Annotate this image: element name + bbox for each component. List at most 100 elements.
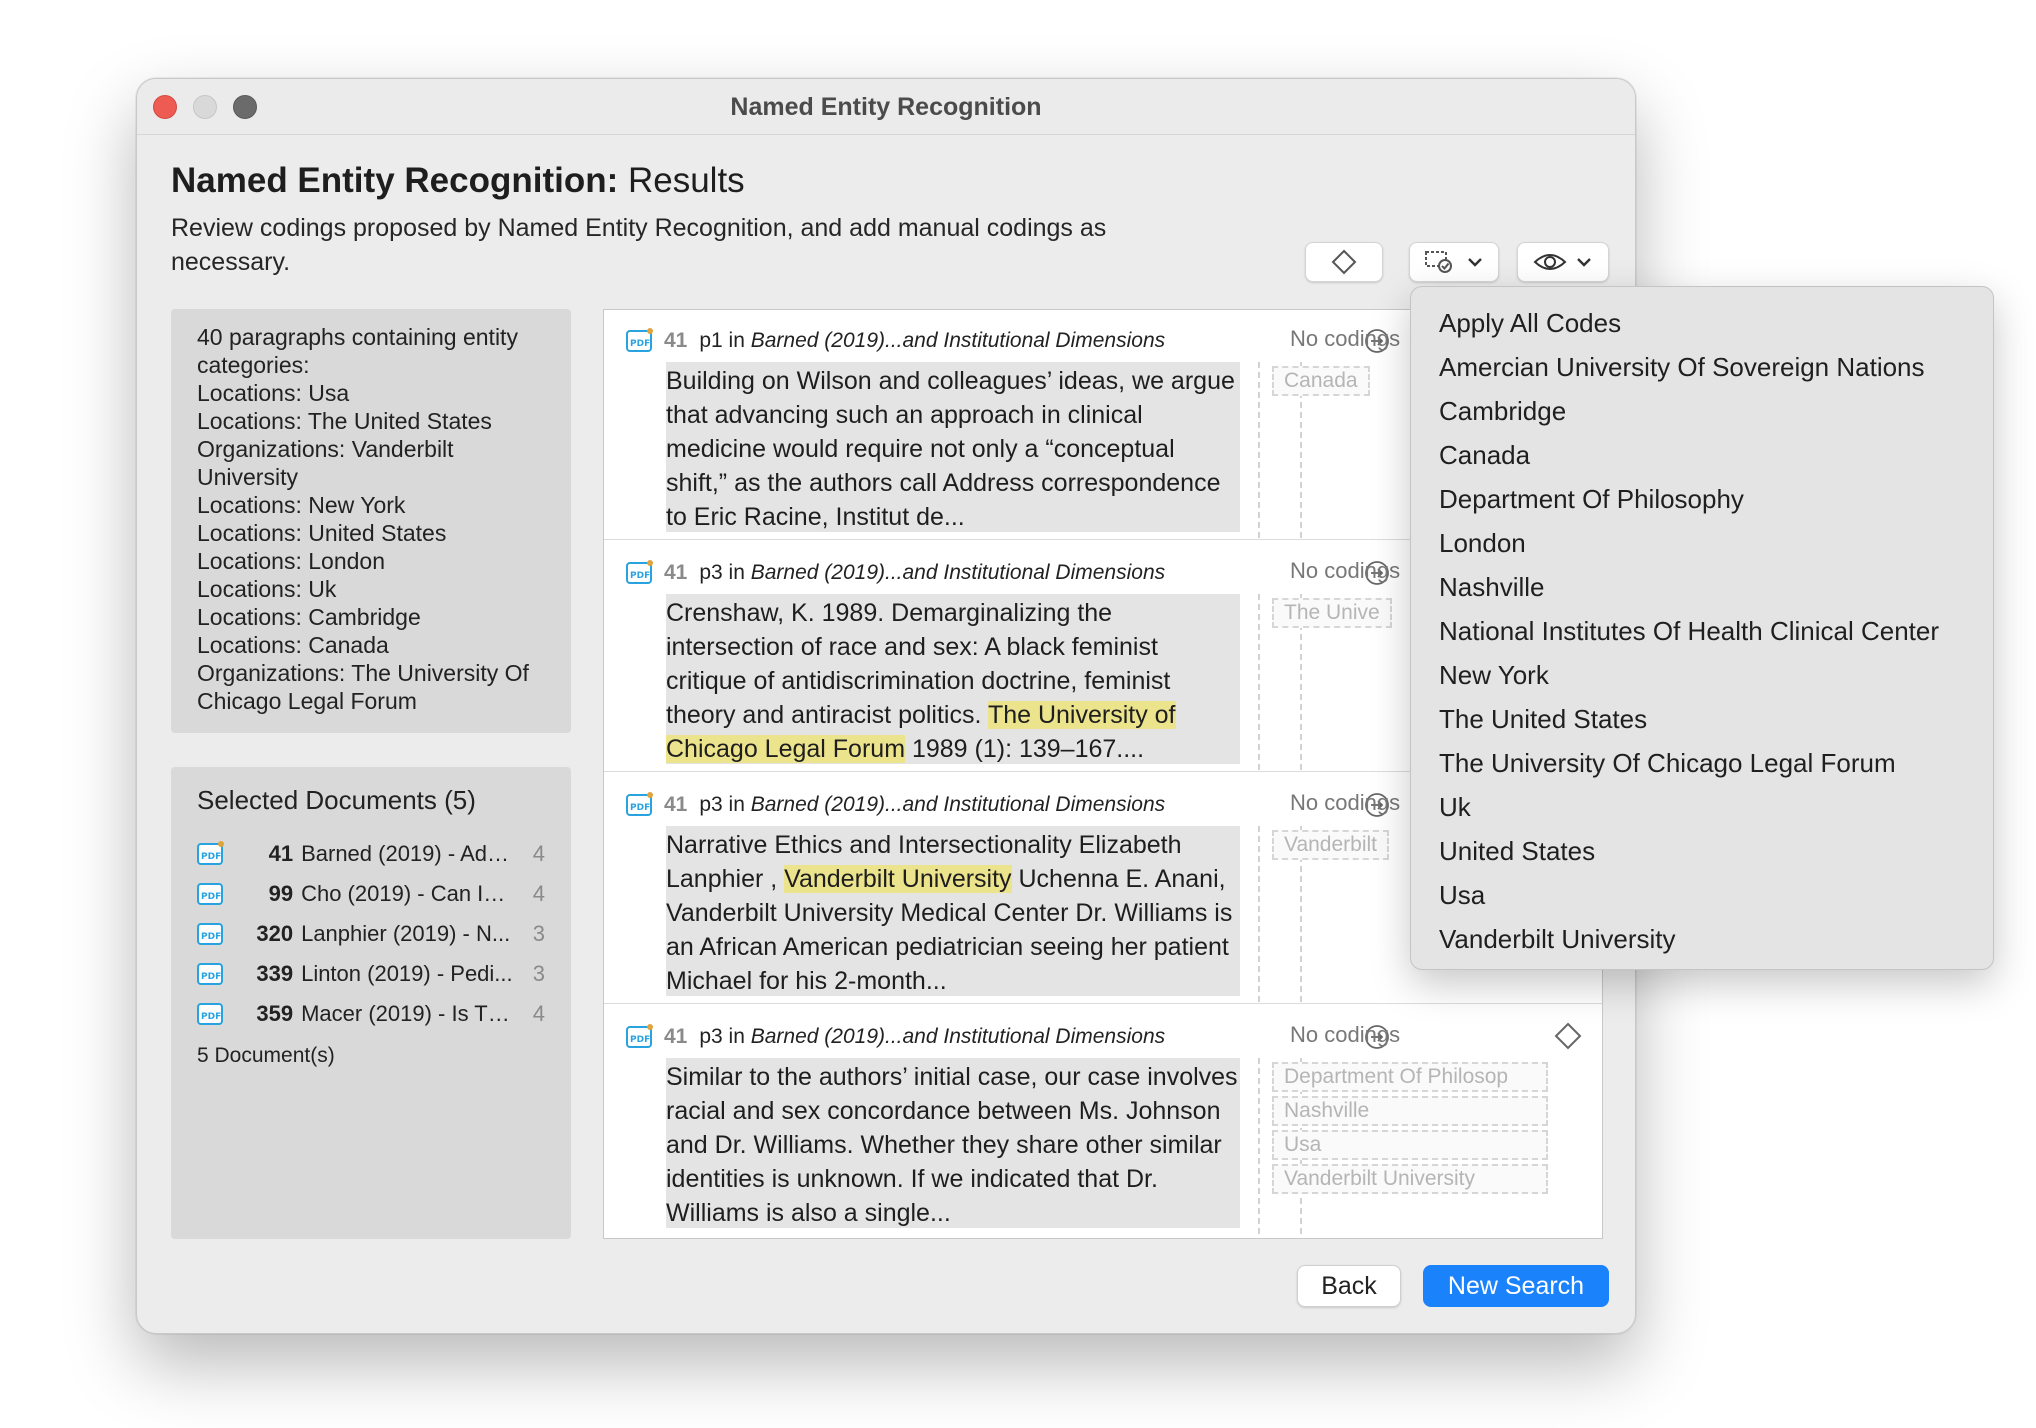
- pdf-document-icon: PDF: [197, 1003, 223, 1025]
- menu-item-code[interactable]: Amercian University Of Sovereign Nations: [1411, 345, 1993, 389]
- suggested-codes: Department Of Philosop Nashville Usa Van…: [1272, 1062, 1548, 1198]
- document-number: 99: [268, 881, 294, 906]
- document-title: Barned (2019) - Add...: [301, 841, 518, 866]
- back-button[interactable]: Back: [1297, 1265, 1401, 1307]
- document-count: 4: [532, 841, 545, 866]
- document-title: Cho (2019) - Can Int...: [301, 881, 518, 906]
- suggested-code-tag[interactable]: Canada: [1272, 366, 1370, 396]
- svg-text:PDF: PDF: [201, 932, 221, 942]
- suggested-code-tag[interactable]: Vanderbilt University: [1272, 1164, 1548, 1194]
- menu-item-code[interactable]: London: [1411, 521, 1993, 565]
- document-number: 320: [256, 921, 294, 946]
- paragraph-doc-number: 41: [664, 793, 688, 816]
- menu-item-code[interactable]: Uk: [1411, 785, 1993, 829]
- chevron-down-icon: [1468, 258, 1482, 267]
- svg-text:PDF: PDF: [201, 852, 221, 862]
- summary-line: Locations: Cambridge: [197, 604, 421, 630]
- selected-documents-panel: Selected Documents (5) PDF 41 Barned (20…: [171, 767, 571, 1239]
- paragraph-header: PDF 41 p3 in Barned (2019)...and Institu…: [626, 558, 1165, 588]
- menu-item-code[interactable]: Vanderbilt University: [1411, 917, 1993, 961]
- document-row[interactable]: PDF 41 Barned (2019) - Add... 4: [197, 834, 545, 874]
- paragraph-text[interactable]: Narrative Ethics and Intersectionality E…: [666, 826, 1240, 996]
- title-bar: Named Entity Recognition: [137, 79, 1635, 135]
- chevron-down-icon: [1577, 258, 1591, 267]
- page-title-bold: Named Entity Recognition:: [171, 161, 619, 200]
- paragraph-doc-number: 41: [664, 561, 688, 584]
- paragraph-source: Barned (2019)...and Institutional Dimens…: [750, 1025, 1166, 1048]
- menu-item-code[interactable]: United States: [1411, 829, 1993, 873]
- pdf-document-icon: PDF: [197, 923, 223, 945]
- svg-text:PDF: PDF: [630, 339, 650, 349]
- svg-text:PDF: PDF: [201, 1012, 221, 1022]
- codings-label: No codings: [1290, 558, 1401, 583]
- entity-summary-panel: 40 paragraphs containing entity categori…: [171, 309, 571, 733]
- document-row[interactable]: PDF 99 Cho (2019) - Can Int... 4: [197, 874, 545, 914]
- summary-line: Locations: Usa: [197, 380, 350, 406]
- code-filter-dropdown-button[interactable]: [1409, 242, 1499, 282]
- summary-line: Locations: Canada: [197, 632, 389, 658]
- summary-line: Organizations: Vanderbilt University: [197, 436, 454, 490]
- paragraph-source: Barned (2019)...and Institutional Dimens…: [750, 329, 1166, 352]
- apply-codes-menu[interactable]: Apply All Codes Amercian University Of S…: [1410, 286, 1994, 970]
- paragraph-text[interactable]: Similar to the authors’ initial case, ou…: [666, 1058, 1240, 1228]
- menu-item-code[interactable]: The United States: [1411, 697, 1993, 741]
- apply-code-button[interactable]: [1305, 242, 1383, 282]
- document-number: 359: [256, 1001, 294, 1026]
- menu-item-code[interactable]: Canada: [1411, 433, 1993, 477]
- document-count: 4: [532, 1001, 545, 1026]
- pdf-document-icon: PDF: [626, 328, 653, 352]
- eye-icon: [1533, 254, 1567, 270]
- svg-text:PDF: PDF: [630, 571, 650, 581]
- paragraph-header: PDF 41 p3 in Barned (2019)...and Institu…: [626, 790, 1165, 820]
- menu-item-code[interactable]: National Institutes Of Health Clinical C…: [1411, 609, 1993, 653]
- menu-item-code[interactable]: Usa: [1411, 873, 1993, 917]
- paragraph-doc-number: 41: [664, 1025, 688, 1048]
- suggested-code-tag[interactable]: Vanderbilt: [1272, 830, 1390, 860]
- suggested-code-tag[interactable]: Usa: [1272, 1130, 1548, 1160]
- pdf-document-icon: PDF: [197, 963, 223, 985]
- page-title-rest: Results: [618, 161, 745, 200]
- document-count: 3: [532, 921, 545, 946]
- menu-item-code[interactable]: The University Of Chicago Legal Forum: [1411, 741, 1993, 785]
- suggested-codes: The Unive: [1272, 598, 1392, 632]
- documents-count-footer: 5 Document(s): [197, 1044, 335, 1067]
- codings-label: No codings: [1290, 326, 1401, 351]
- suggested-code-tag[interactable]: The Unive: [1272, 598, 1392, 628]
- pdf-document-icon: PDF: [626, 1024, 653, 1048]
- document-count: 4: [532, 881, 545, 906]
- document-row[interactable]: PDF 320 Lanphier (2019) - N... 3: [197, 914, 545, 954]
- page-title: Named Entity Recognition: Results: [171, 161, 745, 201]
- diamond-icon[interactable]: [1554, 1022, 1582, 1050]
- paragraph-page: p3 in: [699, 1025, 751, 1048]
- summary-line: Organizations: The University Of Chicago…: [197, 660, 529, 714]
- document-number: 339: [256, 961, 294, 986]
- code-filter-icon: [1425, 251, 1452, 273]
- summary-line: Locations: London: [197, 548, 385, 574]
- menu-item-code[interactable]: New York: [1411, 653, 1993, 697]
- suggested-codes: Canada: [1272, 366, 1370, 400]
- suggested-code-tag[interactable]: Nashville: [1272, 1096, 1548, 1126]
- entity-highlight[interactable]: Vanderbilt University: [784, 865, 1012, 893]
- suggested-code-tag[interactable]: Department Of Philosop: [1272, 1062, 1548, 1092]
- menu-item-code[interactable]: Nashville: [1411, 565, 1993, 609]
- paragraph-result[interactable]: PDF 41 p3 in Barned (2019)...and Institu…: [604, 1006, 1602, 1236]
- codings-label: No codings: [1290, 1022, 1401, 1047]
- view-options-dropdown-button[interactable]: [1517, 242, 1609, 282]
- menu-item-code[interactable]: Department Of Philosophy: [1411, 477, 1993, 521]
- paragraph-header: PDF 41 p3 in Barned (2019)...and Institu…: [626, 1022, 1165, 1052]
- new-search-button[interactable]: New Search: [1423, 1265, 1609, 1307]
- svg-text:PDF: PDF: [630, 1035, 650, 1045]
- document-row[interactable]: PDF 339 Linton (2019) - Pedi... 3: [197, 954, 545, 994]
- paragraph-text[interactable]: Crenshaw, K. 1989. Demarginalizing the i…: [666, 594, 1240, 764]
- pdf-document-icon: PDF: [197, 883, 223, 905]
- menu-item-code[interactable]: Cambridge: [1411, 389, 1993, 433]
- document-row[interactable]: PDF 359 Macer (2019) - Is Th... 4: [197, 994, 545, 1034]
- document-title: Macer (2019) - Is Th...: [301, 1001, 518, 1026]
- document-title: Linton (2019) - Pedi...: [301, 961, 513, 986]
- paragraph-header: PDF 41 p1 in Barned (2019)...and Institu…: [626, 326, 1165, 356]
- menu-item-apply-all-codes[interactable]: Apply All Codes: [1411, 301, 1993, 345]
- page-subtitle: Review codings proposed by Named Entity …: [171, 214, 1107, 276]
- paragraph-text[interactable]: Building on Wilson and colleagues’ ideas…: [666, 362, 1240, 532]
- paragraph-page: p3 in: [699, 561, 751, 584]
- paragraph-source: Barned (2019)...and Institutional Dimens…: [750, 793, 1166, 816]
